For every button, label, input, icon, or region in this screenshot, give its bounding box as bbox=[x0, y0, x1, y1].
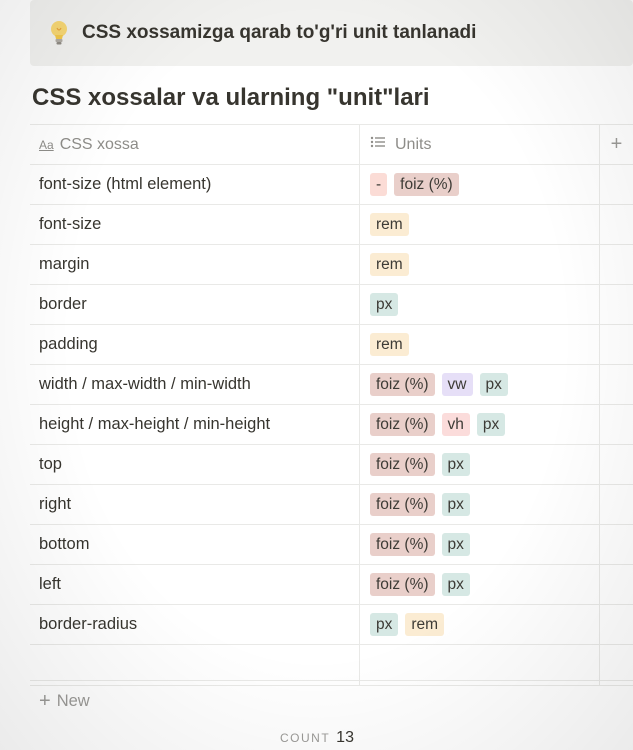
css-property-cell[interactable]: width / max-width / min-width bbox=[30, 365, 360, 404]
unit-tag: px bbox=[441, 533, 470, 556]
empty-cell bbox=[30, 645, 360, 685]
text-property-icon: Aa bbox=[39, 137, 54, 152]
units-cell[interactable]: foiz (%) px bbox=[360, 525, 600, 564]
table-row[interactable]: font-size rem bbox=[30, 205, 633, 245]
css-property-cell[interactable]: height / max-height / min-height bbox=[30, 405, 360, 444]
table-row[interactable]: bottom foiz (%) px bbox=[30, 525, 633, 565]
column-header-css-xossa[interactable]: Aa CSS xossa bbox=[30, 125, 360, 164]
extra-cell bbox=[600, 405, 633, 444]
extra-cell bbox=[600, 285, 633, 324]
plus-icon: + bbox=[610, 133, 623, 155]
callout-text: CSS xossamizga qarab to'g'ri unit tanlan… bbox=[82, 22, 477, 43]
units-cell[interactable]: foiz (%) vw px bbox=[360, 365, 600, 404]
units-cell[interactable]: - foiz (%) bbox=[360, 165, 600, 204]
css-property-cell[interactable]: right bbox=[30, 485, 360, 524]
column-header-label: Units bbox=[395, 135, 432, 153]
unit-tag: foiz (%) bbox=[370, 493, 435, 516]
database-table: Aa CSS xossa Units + font-size (html ele… bbox=[30, 124, 633, 686]
units-cell[interactable]: px rem bbox=[360, 605, 600, 644]
column-header-label: CSS xossa bbox=[59, 135, 139, 153]
unit-tag: foiz (%) bbox=[394, 173, 459, 196]
unit-tag: rem bbox=[405, 613, 445, 636]
column-header-units[interactable]: Units bbox=[360, 125, 600, 164]
callout-block: CSS xossamizga qarab to'g'ri unit tanlan… bbox=[30, 0, 633, 66]
css-property-cell[interactable]: margin bbox=[30, 245, 360, 284]
table-header: Aa CSS xossa Units + bbox=[30, 125, 633, 165]
unit-tag: px bbox=[370, 293, 399, 316]
unit-tag: px bbox=[479, 373, 508, 396]
unit-tag: vh bbox=[441, 413, 470, 436]
lightbulb-icon bbox=[48, 19, 70, 47]
extra-cell bbox=[600, 445, 633, 484]
table-row[interactable]: padding rem bbox=[30, 325, 633, 365]
table-row[interactable]: right foiz (%) px bbox=[30, 485, 633, 525]
units-cell[interactable]: foiz (%) vh px bbox=[360, 405, 600, 444]
table-row[interactable]: top foiz (%) px bbox=[30, 445, 633, 485]
count-value: 13 bbox=[336, 729, 354, 746]
unit-tag: foiz (%) bbox=[370, 533, 435, 556]
css-property-cell[interactable]: font-size (html element) bbox=[30, 165, 360, 204]
css-property-cell[interactable]: top bbox=[30, 445, 360, 484]
css-property-cell[interactable]: left bbox=[30, 565, 360, 604]
unit-tag: foiz (%) bbox=[370, 573, 435, 596]
unit-tag: rem bbox=[370, 253, 409, 276]
extra-cell bbox=[600, 525, 633, 564]
unit-tag: px bbox=[441, 493, 470, 516]
units-cell[interactable]: foiz (%) px bbox=[360, 445, 600, 484]
extra-cell bbox=[600, 365, 633, 404]
unit-tag: foiz (%) bbox=[370, 413, 435, 436]
extra-cell bbox=[600, 605, 633, 644]
database-title[interactable]: CSS xossalar va ularning "unit"lari bbox=[32, 84, 430, 112]
unit-tag: px bbox=[370, 613, 399, 636]
extra-cell bbox=[600, 205, 633, 244]
extra-cell bbox=[600, 485, 633, 524]
plus-icon: + bbox=[39, 689, 51, 712]
table-row[interactable]: left foiz (%) px bbox=[30, 565, 633, 605]
extra-cell bbox=[600, 165, 633, 204]
unit-tag: px bbox=[441, 573, 470, 596]
table-row[interactable]: height / max-height / min-height foiz (%)… bbox=[30, 405, 633, 445]
unit-tag: foiz (%) bbox=[370, 373, 435, 396]
units-cell[interactable]: foiz (%) px bbox=[360, 565, 600, 604]
empty-cell bbox=[360, 645, 600, 685]
extra-cell bbox=[600, 325, 633, 364]
new-row-button[interactable]: + New bbox=[30, 680, 633, 721]
unit-tag: foiz (%) bbox=[370, 453, 435, 476]
extra-cell bbox=[600, 565, 633, 604]
css-property-cell[interactable]: border-radius bbox=[30, 605, 360, 644]
new-row-label: New bbox=[56, 691, 90, 710]
extra-cell bbox=[600, 245, 633, 284]
units-cell[interactable]: foiz (%) px bbox=[360, 485, 600, 524]
table-row[interactable]: border px bbox=[30, 285, 633, 325]
count-label: COUNT bbox=[280, 731, 331, 745]
css-property-cell[interactable]: bottom bbox=[30, 525, 360, 564]
css-property-cell[interactable]: font-size bbox=[30, 205, 360, 244]
table-row[interactable]: width / max-width / min-width foiz (%) vw p… bbox=[30, 365, 633, 405]
count-footer[interactable]: COUNT 13 bbox=[280, 729, 354, 747]
table-row[interactable]: font-size (html element) - foiz (%) bbox=[30, 165, 633, 205]
unit-tag: vw bbox=[441, 373, 473, 396]
unit-tag: rem bbox=[370, 333, 409, 356]
table-row[interactable]: border-radius px rem bbox=[30, 605, 633, 645]
unit-tag: - bbox=[370, 173, 388, 196]
css-property-cell[interactable]: border bbox=[30, 285, 360, 324]
units-cell[interactable]: rem bbox=[360, 245, 600, 284]
unit-tag: px bbox=[441, 453, 470, 476]
unit-tag: px bbox=[476, 413, 506, 436]
units-cell[interactable]: px bbox=[360, 285, 600, 324]
unit-tag: rem bbox=[370, 213, 409, 236]
css-property-cell[interactable]: padding bbox=[30, 325, 360, 364]
list-icon bbox=[370, 135, 386, 154]
table-row[interactable]: margin rem bbox=[30, 245, 633, 285]
add-property-button[interactable]: + bbox=[600, 125, 633, 164]
units-cell[interactable]: rem bbox=[360, 205, 600, 244]
units-cell[interactable]: rem bbox=[360, 325, 600, 364]
